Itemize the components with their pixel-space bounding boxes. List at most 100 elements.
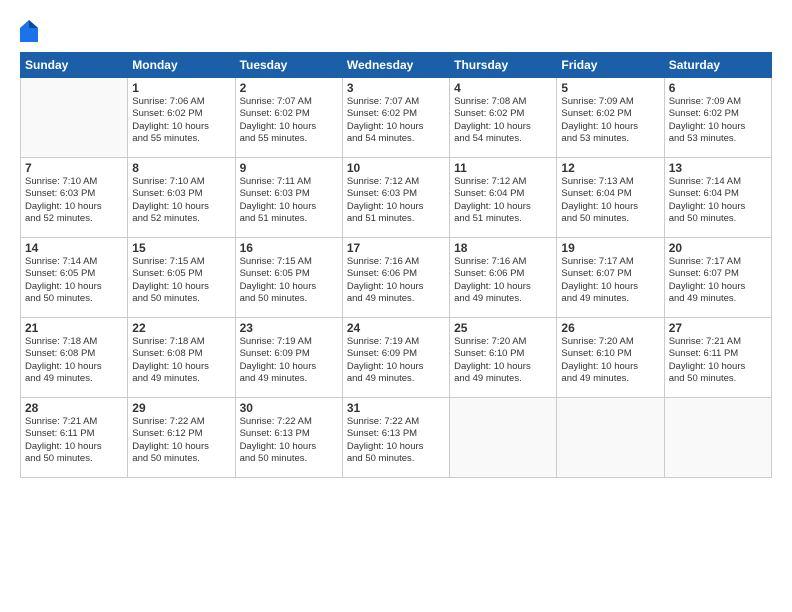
calendar-cell: 29Sunrise: 7:22 AM Sunset: 6:12 PM Dayli… — [128, 398, 235, 478]
day-info: Sunrise: 7:12 AM Sunset: 6:03 PM Dayligh… — [347, 176, 445, 225]
day-info: Sunrise: 7:10 AM Sunset: 6:03 PM Dayligh… — [25, 176, 123, 225]
calendar-week-row: 28Sunrise: 7:21 AM Sunset: 6:11 PM Dayli… — [21, 398, 772, 478]
day-number: 14 — [25, 241, 123, 255]
calendar-cell: 23Sunrise: 7:19 AM Sunset: 6:09 PM Dayli… — [235, 318, 342, 398]
day-info: Sunrise: 7:11 AM Sunset: 6:03 PM Dayligh… — [240, 176, 338, 225]
day-info: Sunrise: 7:20 AM Sunset: 6:10 PM Dayligh… — [454, 336, 552, 385]
day-info: Sunrise: 7:21 AM Sunset: 6:11 PM Dayligh… — [669, 336, 767, 385]
day-info: Sunrise: 7:09 AM Sunset: 6:02 PM Dayligh… — [561, 96, 659, 145]
day-number: 20 — [669, 241, 767, 255]
calendar-cell: 1Sunrise: 7:06 AM Sunset: 6:02 PM Daylig… — [128, 78, 235, 158]
calendar-cell: 27Sunrise: 7:21 AM Sunset: 6:11 PM Dayli… — [664, 318, 771, 398]
calendar-cell — [21, 78, 128, 158]
calendar-cell: 10Sunrise: 7:12 AM Sunset: 6:03 PM Dayli… — [342, 158, 449, 238]
calendar-cell: 25Sunrise: 7:20 AM Sunset: 6:10 PM Dayli… — [450, 318, 557, 398]
day-number: 4 — [454, 81, 552, 95]
day-info: Sunrise: 7:21 AM Sunset: 6:11 PM Dayligh… — [25, 416, 123, 465]
day-info: Sunrise: 7:07 AM Sunset: 6:02 PM Dayligh… — [347, 96, 445, 145]
day-number: 24 — [347, 321, 445, 335]
calendar-header-row: SundayMondayTuesdayWednesdayThursdayFrid… — [21, 53, 772, 78]
calendar-cell — [557, 398, 664, 478]
calendar-cell: 18Sunrise: 7:16 AM Sunset: 6:06 PM Dayli… — [450, 238, 557, 318]
day-info: Sunrise: 7:15 AM Sunset: 6:05 PM Dayligh… — [132, 256, 230, 305]
day-number: 8 — [132, 161, 230, 175]
calendar-weekday-friday: Friday — [557, 53, 664, 78]
calendar-cell: 26Sunrise: 7:20 AM Sunset: 6:10 PM Dayli… — [557, 318, 664, 398]
day-number: 28 — [25, 401, 123, 415]
day-info: Sunrise: 7:18 AM Sunset: 6:08 PM Dayligh… — [25, 336, 123, 385]
day-number: 15 — [132, 241, 230, 255]
calendar-cell: 6Sunrise: 7:09 AM Sunset: 6:02 PM Daylig… — [664, 78, 771, 158]
day-info: Sunrise: 7:10 AM Sunset: 6:03 PM Dayligh… — [132, 176, 230, 225]
day-number: 26 — [561, 321, 659, 335]
calendar-cell: 28Sunrise: 7:21 AM Sunset: 6:11 PM Dayli… — [21, 398, 128, 478]
day-info: Sunrise: 7:14 AM Sunset: 6:05 PM Dayligh… — [25, 256, 123, 305]
calendar-week-row: 21Sunrise: 7:18 AM Sunset: 6:08 PM Dayli… — [21, 318, 772, 398]
day-info: Sunrise: 7:22 AM Sunset: 6:13 PM Dayligh… — [240, 416, 338, 465]
day-number: 21 — [25, 321, 123, 335]
calendar-cell: 16Sunrise: 7:15 AM Sunset: 6:05 PM Dayli… — [235, 238, 342, 318]
day-info: Sunrise: 7:16 AM Sunset: 6:06 PM Dayligh… — [347, 256, 445, 305]
calendar-cell — [664, 398, 771, 478]
calendar-cell: 4Sunrise: 7:08 AM Sunset: 6:02 PM Daylig… — [450, 78, 557, 158]
day-number: 2 — [240, 81, 338, 95]
day-info: Sunrise: 7:16 AM Sunset: 6:06 PM Dayligh… — [454, 256, 552, 305]
day-number: 6 — [669, 81, 767, 95]
day-number: 19 — [561, 241, 659, 255]
day-number: 31 — [347, 401, 445, 415]
calendar-cell: 3Sunrise: 7:07 AM Sunset: 6:02 PM Daylig… — [342, 78, 449, 158]
logo-icon — [20, 20, 38, 42]
day-number: 29 — [132, 401, 230, 415]
day-number: 17 — [347, 241, 445, 255]
day-info: Sunrise: 7:18 AM Sunset: 6:08 PM Dayligh… — [132, 336, 230, 385]
calendar-cell: 12Sunrise: 7:13 AM Sunset: 6:04 PM Dayli… — [557, 158, 664, 238]
day-number: 5 — [561, 81, 659, 95]
day-number: 11 — [454, 161, 552, 175]
day-number: 13 — [669, 161, 767, 175]
calendar-cell: 31Sunrise: 7:22 AM Sunset: 6:13 PM Dayli… — [342, 398, 449, 478]
calendar-weekday-thursday: Thursday — [450, 53, 557, 78]
day-info: Sunrise: 7:15 AM Sunset: 6:05 PM Dayligh… — [240, 256, 338, 305]
calendar-cell: 2Sunrise: 7:07 AM Sunset: 6:02 PM Daylig… — [235, 78, 342, 158]
day-info: Sunrise: 7:22 AM Sunset: 6:13 PM Dayligh… — [347, 416, 445, 465]
day-number: 7 — [25, 161, 123, 175]
calendar-weekday-monday: Monday — [128, 53, 235, 78]
day-number: 23 — [240, 321, 338, 335]
calendar-cell: 9Sunrise: 7:11 AM Sunset: 6:03 PM Daylig… — [235, 158, 342, 238]
calendar-cell: 13Sunrise: 7:14 AM Sunset: 6:04 PM Dayli… — [664, 158, 771, 238]
day-number: 9 — [240, 161, 338, 175]
day-number: 16 — [240, 241, 338, 255]
day-info: Sunrise: 7:08 AM Sunset: 6:02 PM Dayligh… — [454, 96, 552, 145]
day-number: 27 — [669, 321, 767, 335]
day-info: Sunrise: 7:14 AM Sunset: 6:04 PM Dayligh… — [669, 176, 767, 225]
calendar-week-row: 7Sunrise: 7:10 AM Sunset: 6:03 PM Daylig… — [21, 158, 772, 238]
calendar-weekday-tuesday: Tuesday — [235, 53, 342, 78]
calendar-table: SundayMondayTuesdayWednesdayThursdayFrid… — [20, 52, 772, 478]
calendar-weekday-sunday: Sunday — [21, 53, 128, 78]
day-number: 3 — [347, 81, 445, 95]
calendar-weekday-wednesday: Wednesday — [342, 53, 449, 78]
day-info: Sunrise: 7:17 AM Sunset: 6:07 PM Dayligh… — [561, 256, 659, 305]
day-info: Sunrise: 7:17 AM Sunset: 6:07 PM Dayligh… — [669, 256, 767, 305]
page: SundayMondayTuesdayWednesdayThursdayFrid… — [0, 0, 792, 612]
day-number: 1 — [132, 81, 230, 95]
calendar-cell — [450, 398, 557, 478]
calendar-cell: 15Sunrise: 7:15 AM Sunset: 6:05 PM Dayli… — [128, 238, 235, 318]
day-info: Sunrise: 7:06 AM Sunset: 6:02 PM Dayligh… — [132, 96, 230, 145]
day-info: Sunrise: 7:13 AM Sunset: 6:04 PM Dayligh… — [561, 176, 659, 225]
calendar-cell: 19Sunrise: 7:17 AM Sunset: 6:07 PM Dayli… — [557, 238, 664, 318]
day-number: 25 — [454, 321, 552, 335]
calendar-cell: 14Sunrise: 7:14 AM Sunset: 6:05 PM Dayli… — [21, 238, 128, 318]
calendar-cell: 30Sunrise: 7:22 AM Sunset: 6:13 PM Dayli… — [235, 398, 342, 478]
day-info: Sunrise: 7:12 AM Sunset: 6:04 PM Dayligh… — [454, 176, 552, 225]
logo — [20, 20, 42, 42]
day-info: Sunrise: 7:19 AM Sunset: 6:09 PM Dayligh… — [240, 336, 338, 385]
calendar-week-row: 1Sunrise: 7:06 AM Sunset: 6:02 PM Daylig… — [21, 78, 772, 158]
day-info: Sunrise: 7:19 AM Sunset: 6:09 PM Dayligh… — [347, 336, 445, 385]
header — [20, 20, 772, 42]
calendar-cell: 7Sunrise: 7:10 AM Sunset: 6:03 PM Daylig… — [21, 158, 128, 238]
day-number: 12 — [561, 161, 659, 175]
day-number: 22 — [132, 321, 230, 335]
day-number: 18 — [454, 241, 552, 255]
day-info: Sunrise: 7:22 AM Sunset: 6:12 PM Dayligh… — [132, 416, 230, 465]
